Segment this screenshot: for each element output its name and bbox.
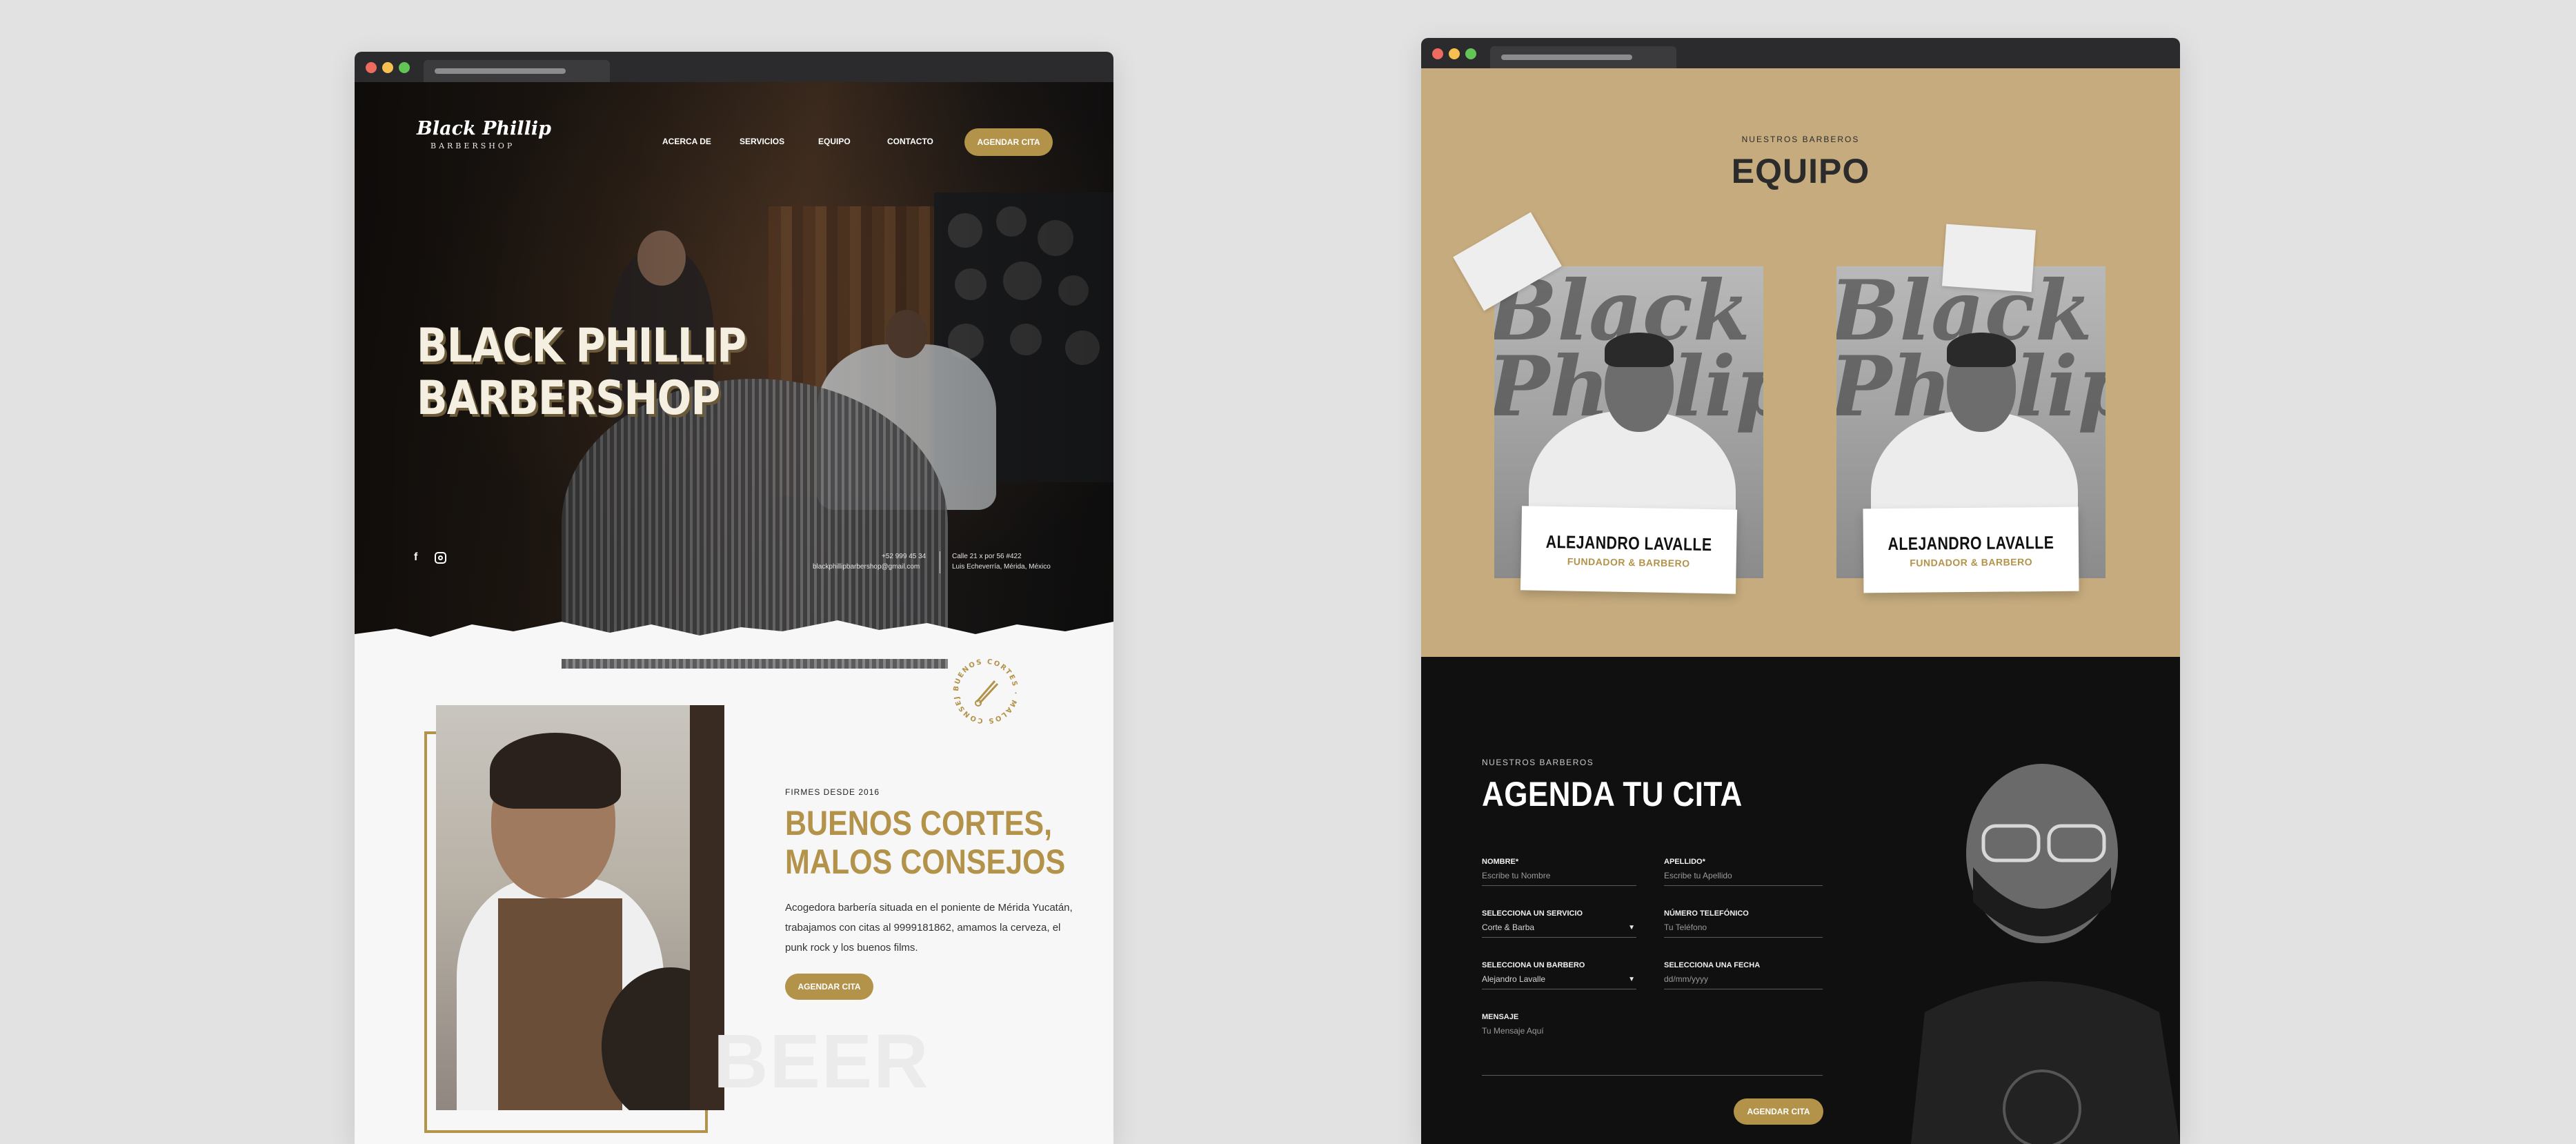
browser-window-landing: Black Phillip BARBERSHOP ACERCA DE SERVI… <box>355 52 1113 1144</box>
badge-text: BUENOS CORTES · MALOS CONSEJOS · <box>947 652 1018 724</box>
booking-section: NUESTROS BARBEROS AGENDA TU CITA NOMBRE*… <box>1421 657 2180 1144</box>
site-logo[interactable]: Black Phillip <box>417 118 551 139</box>
about-barber-photo <box>436 705 724 1110</box>
minimize-window-button[interactable] <box>1449 48 1460 59</box>
badge-stamp: BUENOS CORTES · MALOS CONSEJOS · <box>947 652 1019 724</box>
servicio-label: SELECCIONA UN SERVICIO <box>1482 909 1583 918</box>
browser-window-team-booking: NUESTROS BARBEROS EQUIPO BlackPhillip AL… <box>1421 38 2180 1144</box>
team-section: NUESTROS BARBEROS EQUIPO BlackPhillip AL… <box>1421 68 2180 657</box>
about-eyebrow: FIRMES DESDE 2016 <box>785 787 880 797</box>
fecha-label: SELECCIONA UNA FECHA <box>1664 961 1761 969</box>
hero-title: BLACK PHILLIP BARBERSHOP <box>417 320 746 425</box>
booking-submit-button[interactable]: AGENDAR CITA <box>1734 1098 1823 1125</box>
svg-text:BUENOS CORTES · MALOS CONSEJOS: BUENOS CORTES · MALOS CONSEJOS · <box>947 652 1019 724</box>
facebook-icon[interactable]: f <box>414 551 417 564</box>
team-member-role: FUNDADOR & BARBERO <box>1567 555 1690 569</box>
site-logo-subtitle: BARBERSHOP <box>430 141 515 150</box>
team-member-card[interactable]: ALEJANDRO LAVALLE FUNDADOR & BARBERO <box>1863 506 2079 593</box>
mensaje-label: MENSAJE <box>1482 1013 1519 1021</box>
nav-acerca-de[interactable]: ACERCA DE <box>662 137 711 146</box>
team-member-role: FUNDADOR & BARBERO <box>1910 556 2033 569</box>
contact-phone[interactable]: +52 999 45 34 <box>882 553 926 560</box>
about-agendar-cita-button[interactable]: AGENDAR CITA <box>785 974 873 1000</box>
nav-servicios[interactable]: SERVICIOS <box>740 137 784 146</box>
booking-title: AGENDA TU CITA <box>1482 775 1743 813</box>
background-watermark: BEER <box>713 1019 930 1104</box>
barbero-select[interactable]: Alejandro Lavalle ▼ <box>1482 974 1636 989</box>
nav-contacto[interactable]: CONTACTO <box>887 137 933 146</box>
servicio-select[interactable]: Corte & Barba ▼ <box>1482 923 1636 938</box>
close-window-button[interactable] <box>1432 48 1443 59</box>
team-member-name: ALEJANDRO LAVALLE <box>1545 531 1712 555</box>
contact-address-line2: Luis Echeverría, Mérida, México <box>952 563 1051 571</box>
browser-tab[interactable] <box>424 60 610 82</box>
team-title: EQUIPO <box>1731 152 1870 190</box>
telefono-label: NÚMERO TELEFÓNICO <box>1664 909 1749 918</box>
contact-email[interactable]: blackphillipbarbershop@gmail.com <box>813 563 920 571</box>
tape-decoration <box>1942 224 2036 293</box>
hero-title-line1: BLACK PHILLIP <box>417 319 746 373</box>
team-eyebrow: NUESTROS BARBEROS <box>1741 135 1860 144</box>
about-description: Acogedora barbería situada en el ponient… <box>785 902 1073 954</box>
minimize-window-button[interactable] <box>382 62 393 73</box>
about-title-line2: MALOS CONSEJOS <box>785 842 1066 881</box>
about-title: BUENOS CORTES, MALOS CONSEJOS <box>785 804 1065 881</box>
nombre-label: NOMBRE* <box>1482 858 1519 866</box>
booking-barber-photo <box>1911 764 2180 1144</box>
chevron-down-icon: ▼ <box>1628 976 1635 983</box>
barbero-select-value: Alejandro Lavalle <box>1482 974 1546 984</box>
contact-address-line1: Calle 21 x por 56 #422 <box>952 553 1022 560</box>
apellido-input[interactable]: Escribe tu Apellido <box>1664 871 1823 886</box>
torn-paper-edge <box>355 620 1113 659</box>
booking-eyebrow: NUESTROS BARBEROS <box>1482 758 1594 767</box>
servicio-select-value: Corte & Barba <box>1482 923 1535 932</box>
maximize-window-button[interactable] <box>1465 48 1476 59</box>
apellido-label: APELLIDO* <box>1664 858 1705 866</box>
nav-equipo[interactable]: EQUIPO <box>818 137 851 146</box>
header-agendar-cita-button[interactable]: AGENDAR CITA <box>964 128 1053 156</box>
browser-tab[interactable] <box>1490 46 1676 68</box>
team-member-card[interactable]: ALEJANDRO LAVALLE FUNDADOR & BARBERO <box>1520 506 1738 594</box>
chevron-down-icon: ▼ <box>1628 924 1635 931</box>
close-window-button[interactable] <box>366 62 377 73</box>
browser-chrome <box>355 52 1113 82</box>
browser-chrome <box>1421 38 2180 68</box>
team-member-name: ALEJANDRO LAVALLE <box>1888 531 2054 555</box>
mensaje-textarea[interactable]: Tu Mensaje Aquí <box>1482 1026 1823 1076</box>
fecha-input[interactable]: dd/mm/yyyy <box>1664 974 1823 989</box>
barbero-label: SELECCIONA UN BARBERO <box>1482 961 1585 969</box>
instagram-icon[interactable] <box>435 552 446 564</box>
telefono-input[interactable]: Tu Teléfono <box>1664 923 1823 938</box>
hero-title-line2: BARBERSHOP <box>417 371 720 426</box>
maximize-window-button[interactable] <box>399 62 410 73</box>
about-title-line1: BUENOS CORTES, <box>785 804 1053 842</box>
nombre-input[interactable]: Escribe tu Nombre <box>1482 871 1636 886</box>
hero-section: Black Phillip BARBERSHOP ACERCA DE SERVI… <box>355 82 1113 669</box>
